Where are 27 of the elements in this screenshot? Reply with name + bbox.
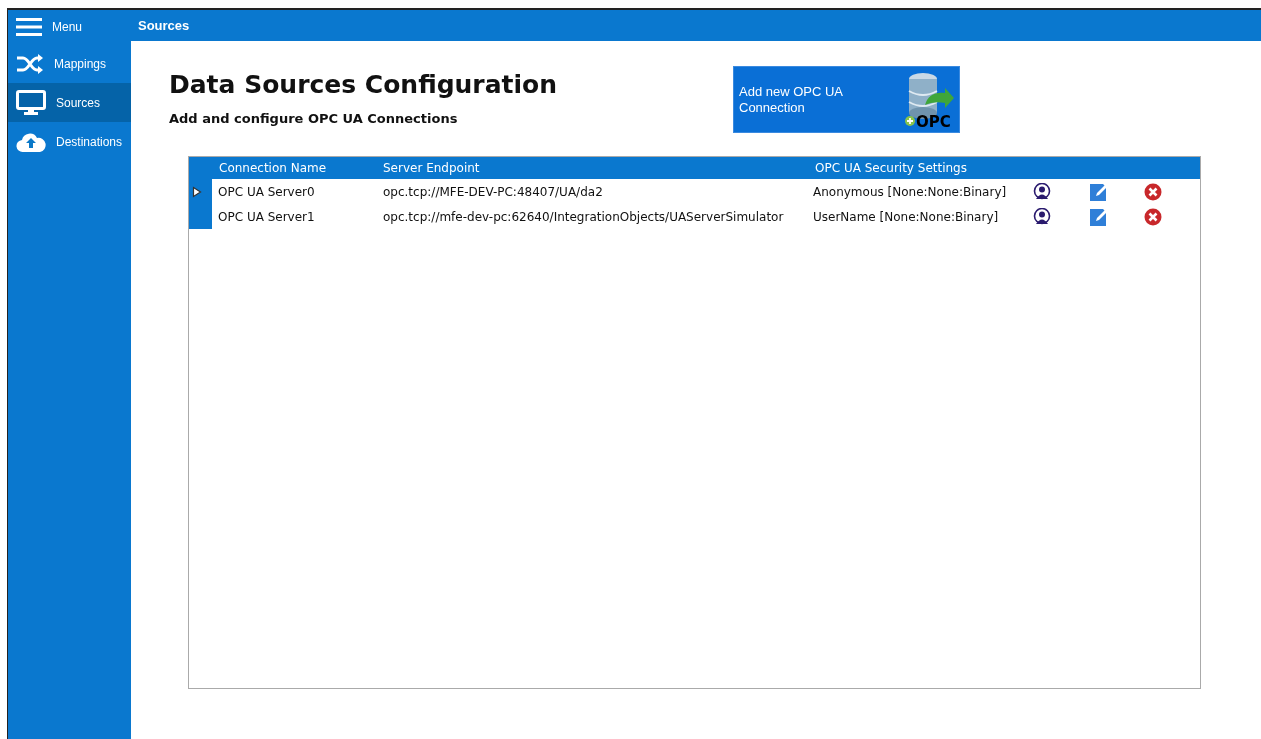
delete-icon[interactable] (1144, 182, 1163, 201)
menu-icon (16, 17, 42, 37)
table-cell-text: OPC UA Server1 (217, 209, 316, 224)
table-cell-text: OPC UA Server0 (217, 184, 316, 199)
table-cell-text: opc.tcp://mfe-dev-pc:62640/IntegrationObjects/UAServerSimulator (383, 209, 785, 224)
column-header[interactable]: OPC UA Security Settings (815, 161, 967, 175)
edit-icon[interactable] (1088, 206, 1109, 227)
header-title: Sources (138, 18, 190, 33)
add-connection-button[interactable]: Add new OPC UA Connection OPC (733, 66, 960, 133)
sidebar-item[interactable]: Sources (8, 83, 131, 122)
page-title: Data Sources Configuration (169, 70, 559, 99)
edit-icon[interactable] (1088, 181, 1109, 202)
column-header[interactable]: Connection Name (212, 161, 383, 175)
current-row-icon (192, 185, 202, 198)
column-header[interactable]: Server Endpoint (383, 161, 815, 175)
sidebar-item[interactable]: Mappings (8, 44, 131, 83)
user-icon[interactable] (1033, 207, 1051, 226)
table-cell-text: opc.tcp://MFE-DEV-PC:48407/UA/da2 (383, 184, 604, 199)
table-cell-text: UserName [None:None:Binary] (813, 209, 1000, 224)
monitor-icon (16, 89, 46, 116)
delete-icon[interactable] (1144, 207, 1163, 226)
table-cell-text: Anonymous [None:None:Binary] (813, 184, 1008, 199)
sidebar-item[interactable]: Destinations (8, 122, 131, 161)
sidebar-item[interactable]: Menu (8, 10, 131, 44)
user-icon[interactable] (1033, 182, 1051, 201)
page-subtitle: Add and configure OPC UA Connections (169, 111, 459, 126)
shuffle-icon (16, 52, 44, 75)
